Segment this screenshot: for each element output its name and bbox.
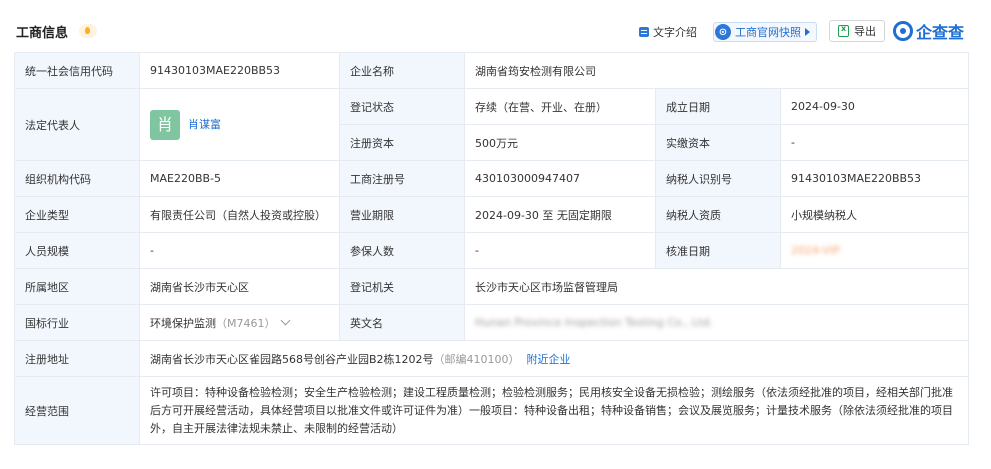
section-header: 工商信息 文字介绍 ⊙ 工商官网快照 导出 企查查 [0,0,991,52]
approval-vip-value: 2024-VIP [791,244,840,257]
insured-value: - [464,232,656,269]
chevron-down-icon[interactable] [280,315,290,325]
reg-no-label: 工商注册号 [339,160,465,197]
insured-label: 参保人数 [339,232,465,269]
term-label: 营业期限 [339,196,465,233]
credit-code-value: 91430103MAE220BB53 [139,52,340,89]
table-row: 注册地址 湖南省长沙市天心区雀园路568号创谷产业园B2栋1202号（邮编410… [14,340,970,377]
founded-label: 成立日期 [655,88,781,125]
hot-badge-icon [79,24,97,38]
table-row: 经营范围 许可项目：特种设备检验检测；安全生产检验检测；建设工程质量检测；检验检… [14,376,970,445]
industry-value: 环境保护监测 [150,316,216,330]
region-value: 湖南省长沙市天心区 [139,268,340,305]
snapshot-icon: ⊙ [715,24,731,40]
english-name-label: 英文名 [339,304,465,341]
reg-capital-value: 500万元 [464,124,656,161]
region-label: 所属地区 [14,268,140,305]
export-label: 导出 [854,25,876,38]
org-code-value: MAE220BB-5 [139,160,340,197]
legal-rep-link[interactable]: 肖谋富 [188,118,221,131]
authority-label: 登记机关 [339,268,465,305]
document-icon [639,27,649,37]
legal-rep-cell: 肖肖谋富 [139,88,340,161]
paid-capital-label: 实缴资本 [655,124,781,161]
reg-capital-label: 注册资本 [339,124,465,161]
company-name-value: 湖南省筠安检测有限公司 [463,52,970,89]
authority-value: 长沙市天心区市场监督管理局 [463,268,970,305]
company-type-value: 有限责任公司（自然人投资或控股） [139,196,340,233]
nearby-companies-link[interactable]: 附近企业 [527,353,571,366]
address-cell: 湖南省长沙市天心区雀园路568号创谷产业园B2栋1202号（邮编410100） … [138,340,970,377]
postcode: （邮编410100） [433,352,520,366]
snapshot-label: 工商官网快照 [735,26,801,39]
logo-icon [893,21,913,41]
company-name-label: 企业名称 [339,52,465,89]
taxpayer-qual-value: 小规模纳税人 [779,196,970,233]
founded-value: 2024-09-30 [779,88,970,125]
english-name-value: Hunan Province Inspection Testing Co., L… [475,316,713,329]
table-row: 所属地区 湖南省长沙市天心区 登记机关 长沙市天心区市场监督管理局 [14,268,970,305]
play-icon [805,28,810,36]
table-row: 人员规模 - 参保人数 - 核准日期 2024-VIP [14,232,970,269]
staff-value: - [139,232,340,269]
business-info-table: 统一社会信用代码 91430103MAE220BB53 企业名称 湖南省筠安检测… [14,52,970,445]
table-row: 企业类型 有限责任公司（自然人投资或控股） 营业期限 2024-09-30 至 … [14,196,970,233]
table-row: 国标行业 环境保护监测（M7461） 英文名 Hunan Province In… [14,304,970,341]
reg-status-value: 存续（在营、开业、在册） [464,88,656,125]
industry-cell[interactable]: 环境保护监测（M7461） [139,304,340,341]
credit-code-label: 统一社会信用代码 [14,52,140,89]
reg-status-label: 登记状态 [339,88,465,125]
industry-label: 国标行业 [14,304,140,341]
english-name-cell: Hunan Province Inspection Testing Co., L… [463,304,970,341]
staff-label: 人员规模 [14,232,140,269]
scope-label: 经营范围 [14,376,140,445]
scope-value: 许可项目：特种设备检验检测；安全生产检验检测；建设工程质量检测；检验检测服务；民… [138,376,970,445]
term-value: 2024-09-30 至 无固定期限 [464,196,656,233]
excel-icon [838,24,849,37]
text-intro-label: 文字介绍 [653,26,697,39]
legal-rep-label: 法定代表人 [14,88,140,161]
table-row: 统一社会信用代码 91430103MAE220BB53 企业名称 湖南省筠安检测… [14,52,970,89]
paid-capital-value: - [779,124,970,161]
approval-label: 核准日期 [655,232,781,269]
table-row: 法定代表人 肖肖谋富 登记状态 存续（在营、开业、在册） 成立日期 2024-0… [14,88,970,161]
text-intro-button[interactable]: 文字介绍 [639,22,697,42]
qcc-logo: 企查查 [893,19,964,43]
company-type-label: 企业类型 [14,196,140,233]
industry-code: （M7461） [216,316,276,330]
reg-no-value: 430103000947407 [464,160,656,197]
address-label: 注册地址 [14,340,140,377]
table-row: 组织机构代码 MAE220BB-5 工商注册号 430103000947407 … [14,160,970,197]
org-code-label: 组织机构代码 [14,160,140,197]
taxpayer-id-label: 纳税人识别号 [655,160,781,197]
section-title: 工商信息 [16,26,69,41]
official-snapshot-button[interactable]: ⊙ 工商官网快照 [713,22,817,42]
taxpayer-id-value: 91430103MAE220BB53 [779,160,970,197]
approval-value[interactable]: 2024-VIP [779,232,970,269]
logo-text: 企查查 [916,23,965,42]
export-button[interactable]: 导出 [829,20,885,42]
taxpayer-qual-label: 纳税人资质 [655,196,781,233]
address-value: 湖南省长沙市天心区雀园路568号创谷产业园B2栋1202号 [150,352,434,366]
avatar: 肖 [150,109,180,140]
